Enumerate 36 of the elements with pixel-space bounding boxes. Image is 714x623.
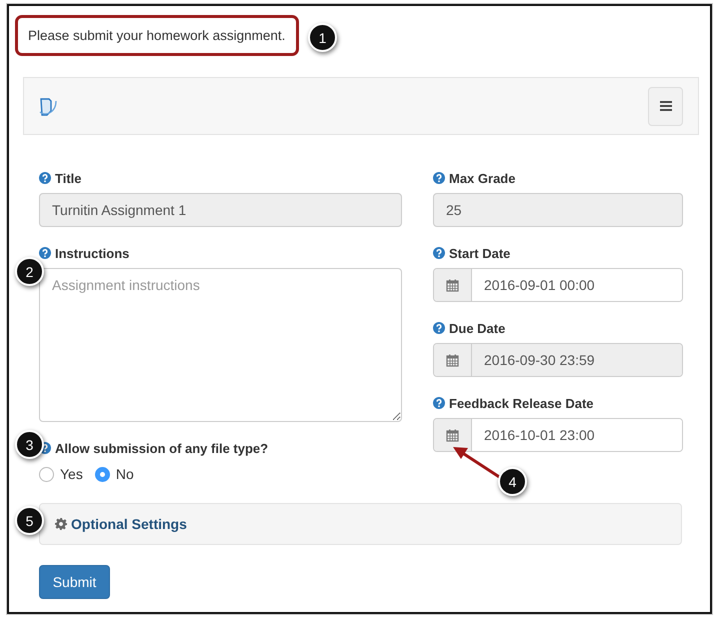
callout-number: 4 <box>498 467 527 496</box>
help-icon <box>433 247 445 259</box>
callout-number: 2 <box>15 257 44 286</box>
field-label: Title <box>55 170 82 186</box>
optional-settings-link[interactable]: Optional Settings <box>71 516 187 532</box>
radio-button[interactable] <box>94 466 110 482</box>
radio-button[interactable] <box>39 466 54 482</box>
calendar-button[interactable] <box>434 269 472 301</box>
help-icon <box>433 322 445 334</box>
message-box: Please submit your homework assignment. <box>15 15 299 56</box>
field-label: Instructions <box>55 246 130 260</box>
field-label: Start Date <box>449 246 510 260</box>
calendar-icon <box>446 278 459 292</box>
help-icon <box>433 172 445 184</box>
calendar-icon <box>446 354 459 366</box>
help-icon <box>433 397 445 409</box>
radio-label: Yes <box>60 466 83 482</box>
calendar-icon <box>446 428 459 442</box>
radio-label: No <box>116 466 134 482</box>
field-label: Feedback Release Date <box>449 396 594 410</box>
help-icon <box>39 172 51 184</box>
callout-number: 3 <box>15 430 44 459</box>
help-icon <box>39 247 51 259</box>
date-field[interactable]: 2016-09-01 00:00 <box>433 268 683 302</box>
callout-number: 5 <box>15 506 44 535</box>
field-label: Allow submission of any file type? <box>55 440 268 456</box>
menu-button[interactable] <box>648 86 683 126</box>
calendar-button[interactable] <box>434 419 472 451</box>
date-field[interactable]: 2016-10-01 23:00 <box>433 418 683 452</box>
menu-icon <box>658 100 672 112</box>
field-label: Due Date <box>449 320 506 336</box>
instructions-field[interactable]: Assignment instructions <box>39 268 402 422</box>
settings-icon <box>55 518 67 530</box>
field-label: Max Grade <box>449 170 516 186</box>
submit-button[interactable]: Submit <box>39 565 110 599</box>
callout-number: 1 <box>308 23 337 52</box>
